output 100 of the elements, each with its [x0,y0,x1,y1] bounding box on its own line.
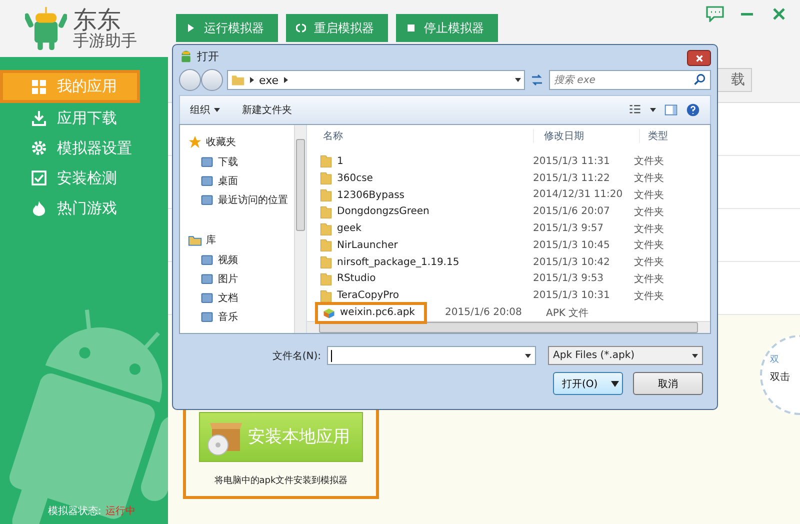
organize-menu[interactable]: 组织 [190,103,210,117]
location-icon [200,154,214,168]
nav-item[interactable]: 文档 [180,288,294,307]
install-caption: 将电脑中的apk文件安装到模拟器 [214,474,348,486]
app-subtitle: 手游助手 [73,32,137,50]
file-date: 2014/12/31 11:20 [532,189,624,200]
file-name[interactable]: 360cse [315,170,515,187]
badge-text: 双击 [770,370,791,384]
nav-item[interactable]: 图片 [180,269,294,288]
stop-icon [406,23,416,33]
checkbox-icon [31,170,47,186]
file-type: 文件夹 [633,238,664,252]
close-icon[interactable] [770,6,788,22]
nav-group[interactable]: 收藏夹 [180,133,294,150]
folder-icon [231,73,245,87]
open-button[interactable]: 打开(O) [553,372,623,395]
new-folder-button[interactable]: 新建文件夹 [242,103,292,117]
back-forward-buttons[interactable] [179,69,223,91]
column-header[interactable]: 修改日期 [533,129,639,143]
file-date: 2015/1/6 20:08 [444,307,523,318]
search-field[interactable]: 搜索 exe [549,70,711,90]
location-icon [200,310,214,324]
column-header[interactable]: 名称 [307,129,533,143]
dropdown-caret-icon[interactable] [515,78,521,82]
file-date: 2015/1/6 20:07 [532,206,611,218]
nav-group[interactable]: 库 [180,231,294,248]
android-gamepad-logo-icon [25,6,67,52]
folder-icon [319,288,333,303]
file-name[interactable]: 1 [315,152,515,170]
close-button[interactable] [687,50,711,66]
nav-item[interactable]: 视频 [180,250,294,269]
chat-bubble-icon[interactable] [706,6,724,22]
file-date: 2015/1/3 10:42 [532,256,611,268]
file-date: 2015/1/3 10:45 [532,240,611,251]
file-name-field[interactable] [327,346,536,365]
folder-icon [319,255,333,270]
file-name[interactable]: NirLauncher [315,236,515,254]
scrollbar[interactable] [307,321,710,333]
folder-icon [319,222,333,236]
package-icon [322,306,336,320]
dropdown-caret-icon[interactable] [650,108,656,112]
file-name[interactable]: weixin.pc6.apk [315,302,427,324]
file-name[interactable]: nirsoft_package_1.19.15 [315,254,515,271]
folder-icon [319,188,333,202]
location-icon [200,272,214,286]
file-type: 文件夹 [633,154,664,168]
badge-text: 双 [770,354,780,366]
address-bar[interactable]: exe [227,70,525,90]
folder-icon [319,204,333,219]
play-icon [186,23,196,33]
file-type: APK 文件 [545,306,589,320]
dialog-title: 打开 [197,48,219,64]
folder-icon [319,154,333,168]
flame-icon [31,200,47,216]
file-type: 文件夹 [633,206,664,219]
file-name[interactable]: 12306Bypass [315,186,515,204]
chevron-icon [250,77,254,83]
location-icon [200,174,214,188]
star-icon [188,134,202,148]
scrollbar[interactable] [294,125,306,333]
status-value: 运行中 [105,504,136,518]
preview-pane-icon[interactable] [664,103,678,117]
file-type: 文件夹 [633,256,664,270]
help-icon[interactable] [686,103,700,117]
restart-icon [296,23,306,33]
column-header[interactable]: 类型 [639,129,668,143]
folder-icon [319,171,333,186]
download-icon [31,110,47,126]
grid-icon [31,78,47,94]
path-segment[interactable]: exe [259,74,279,86]
file-date: 2015/1/3 9:57 [532,223,605,234]
settings-icon [31,140,47,156]
chevron-icon [284,77,288,83]
file-type: 文件夹 [633,188,664,202]
file-type-dropdown[interactable]: Apk Files (*.apk) [548,346,703,365]
location-icon [200,252,214,266]
circle-badge[interactable]: 双 双击 [760,335,800,415]
nav-item[interactable]: 最近访问的位置 [180,190,294,209]
file-type: 文件夹 [633,272,664,286]
cancel-button[interactable]: 取消 [633,372,703,395]
nav-item[interactable]: 下载 [180,152,294,171]
dropdown-caret-icon[interactable] [214,108,220,112]
file-date: 2015/1/3 11:31 [532,156,611,167]
file-name[interactable]: DongdongzsGreen [315,203,515,220]
status-label: 模拟器状态: [48,504,102,518]
file-name[interactable]: TeraCopyPro [315,287,515,304]
folder-icon [319,238,333,252]
file-name[interactable]: RStudio [315,270,515,288]
nav-item[interactable]: 音乐 [180,307,294,326]
file-type: 文件夹 [633,222,664,236]
location-icon [200,290,214,304]
nav-item[interactable]: 桌面 [180,171,294,190]
location-icon [200,192,214,206]
refresh-icon[interactable] [529,72,545,88]
file-name-label: 文件名(N): [272,350,321,362]
folder-icon [319,272,333,286]
app-title: 东东 [73,8,121,33]
file-type: 文件夹 [633,172,664,186]
file-name[interactable]: geek [315,220,515,238]
file-date: 2015/1/3 11:22 [532,172,611,184]
